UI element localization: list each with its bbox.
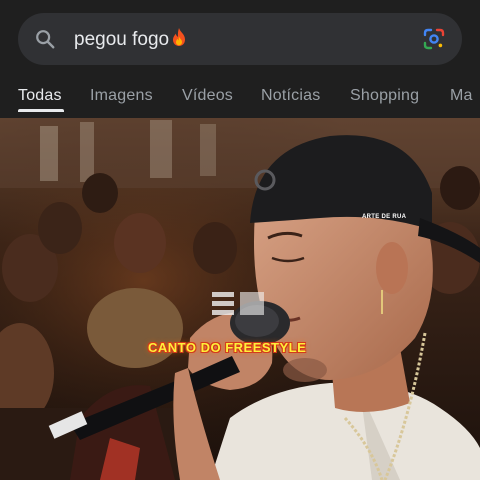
video-caption: CANTO DO FREESTYLE <box>148 340 307 355</box>
search-bar[interactable]: pegou fogo <box>18 13 462 65</box>
caption-logo-mark <box>210 290 268 318</box>
flame-icon <box>173 28 186 46</box>
video-frame[interactable]: ARTE DE RUA CANTO DO FREESTYLE <box>0 118 480 480</box>
tab-todas[interactable]: Todas <box>18 84 62 108</box>
tab-maps-partial[interactable]: Ma <box>450 84 473 108</box>
caption-logo-icon <box>212 292 264 315</box>
search-results-page: pegou fogo Todas Imagens Vídeos Notícias… <box>0 0 480 480</box>
tab-noticias[interactable]: Notícias <box>261 84 320 108</box>
tab-shopping[interactable]: Shopping <box>350 84 419 108</box>
search-tabs: Todas Imagens Vídeos Notícias Shopping M… <box>0 84 480 118</box>
tab-videos[interactable]: Vídeos <box>182 84 233 108</box>
search-input[interactable]: pegou fogo <box>74 27 187 52</box>
active-tab-indicator <box>18 109 64 112</box>
search-header: pegou fogo Todas Imagens Vídeos Notícias… <box>0 0 480 118</box>
tab-imagens[interactable]: Imagens <box>90 84 153 108</box>
google-lens-icon[interactable] <box>422 27 446 51</box>
search-icon[interactable] <box>34 28 56 50</box>
search-query-text: pegou fogo <box>74 29 170 50</box>
cap-brand-text: ARTE DE RUA <box>362 214 407 220</box>
